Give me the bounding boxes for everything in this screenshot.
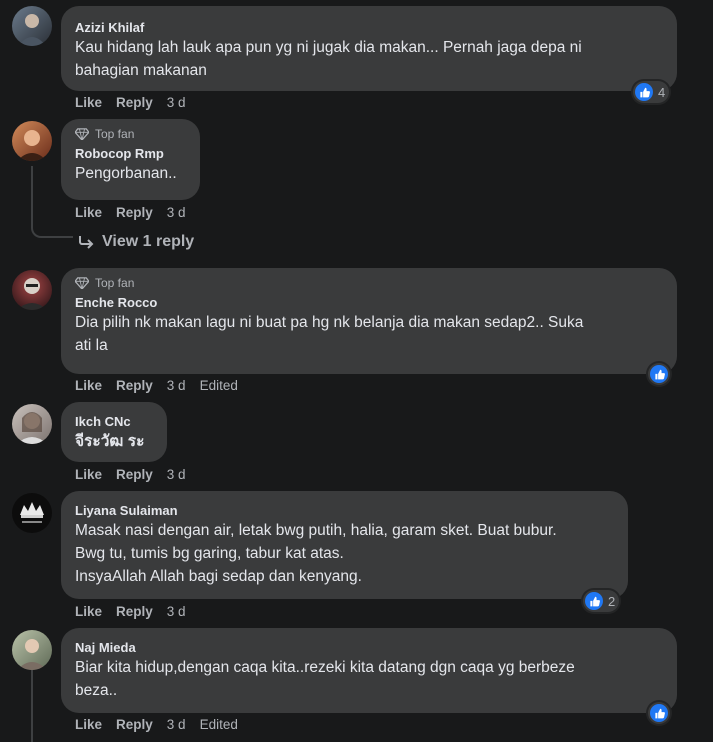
like-button[interactable]: Like [75, 604, 102, 619]
avatar[interactable] [12, 493, 52, 533]
comment-actions: Like Reply 3 d Edited [75, 378, 238, 393]
comment-text: Biar kita hidup,dengan caqa kita..rezeki… [75, 659, 575, 699]
avatar[interactable] [12, 404, 52, 444]
diamond-icon [75, 128, 89, 140]
comment-bubble: Top fan Robocop Rmp Pengorbanan.. [61, 119, 200, 200]
comment-timestamp[interactable]: 3 d [167, 717, 186, 732]
reply-button[interactable]: Reply [116, 205, 153, 220]
comment-author[interactable]: Naj Mieda [75, 639, 663, 656]
reply-button[interactable]: Reply [116, 717, 153, 732]
reaction-count: 2 [608, 593, 616, 609]
reaction-summary[interactable]: 2 [583, 590, 620, 612]
reaction-summary[interactable] [648, 702, 670, 724]
reply-arrow-icon [79, 236, 94, 249]
like-button[interactable]: Like [75, 95, 102, 110]
reaction-summary[interactable]: 4 [633, 81, 670, 103]
comment-actions: Like Reply 3 d Edited [75, 717, 238, 732]
avatar[interactable] [12, 6, 52, 46]
reply-button[interactable]: Reply [116, 378, 153, 393]
thumbs-up-icon [635, 83, 653, 101]
comment-bubble: Ikch CNc จีระวัฒ ระ [61, 402, 167, 462]
comment-text: Dia pilih nk makan lagu ni buat pa hg nk… [75, 314, 584, 354]
comment-author[interactable]: Enche Rocco [75, 294, 663, 311]
thumbs-up-icon [650, 365, 668, 383]
view-replies-link[interactable]: View 1 reply [78, 233, 194, 251]
comment-bubble: Top fan Enche Rocco Dia pilih nk makan l… [61, 268, 677, 374]
comment-timestamp[interactable]: 3 d [167, 467, 186, 482]
comment-text: Pengorbanan.. [75, 165, 177, 182]
comment-actions: Like Reply 3 d [75, 205, 200, 220]
diamond-icon [75, 277, 89, 289]
reaction-count: 4 [658, 84, 666, 100]
like-button[interactable]: Like [75, 378, 102, 393]
thumbs-up-icon [585, 592, 603, 610]
edited-label[interactable]: Edited [200, 378, 238, 393]
like-button[interactable]: Like [75, 205, 102, 220]
like-button[interactable]: Like [75, 467, 102, 482]
comment-timestamp[interactable]: 3 d [167, 205, 186, 220]
reply-button[interactable]: Reply [116, 95, 153, 110]
reaction-summary[interactable] [648, 363, 670, 385]
avatar[interactable] [12, 630, 52, 670]
thumbs-up-icon [650, 704, 668, 722]
comment-author[interactable]: Ikch CNc [75, 413, 153, 430]
comment-timestamp[interactable]: 3 d [167, 95, 186, 110]
reply-button[interactable]: Reply [116, 467, 153, 482]
top-fan-badge: Top fan [75, 276, 663, 290]
comment-bubble: Naj Mieda Biar kita hidup,dengan caqa ki… [61, 628, 677, 713]
comment-actions: Like Reply 3 d [75, 467, 200, 482]
top-fan-badge: Top fan [75, 127, 186, 141]
comment-actions: Like Reply 3 d [75, 604, 200, 619]
comment-timestamp[interactable]: 3 d [167, 604, 186, 619]
avatar[interactable] [12, 270, 52, 310]
comment-actions: Like Reply 3 d [75, 95, 200, 110]
comment-timestamp[interactable]: 3 d [167, 378, 186, 393]
comment-author[interactable]: Robocop Rmp [75, 145, 186, 162]
reply-button[interactable]: Reply [116, 604, 153, 619]
avatar[interactable] [12, 121, 52, 161]
comment-bubble: Azizi Khilaf Kau hidang lah lauk apa pun… [61, 6, 677, 91]
comment-text: จีระวัฒ ระ [75, 433, 145, 450]
comment-text: Masak nasi dengan air, letak bwg putih, … [75, 522, 557, 585]
comment-text: Kau hidang lah lauk apa pun yg ni jugak … [75, 39, 582, 79]
thread-connector-bottom [31, 670, 33, 742]
comment-author[interactable]: Azizi Khilaf [75, 19, 663, 36]
comment-bubble: Liyana Sulaiman Masak nasi dengan air, l… [61, 491, 628, 599]
edited-label[interactable]: Edited [200, 717, 238, 732]
like-button[interactable]: Like [75, 717, 102, 732]
comment-author[interactable]: Liyana Sulaiman [75, 502, 614, 519]
